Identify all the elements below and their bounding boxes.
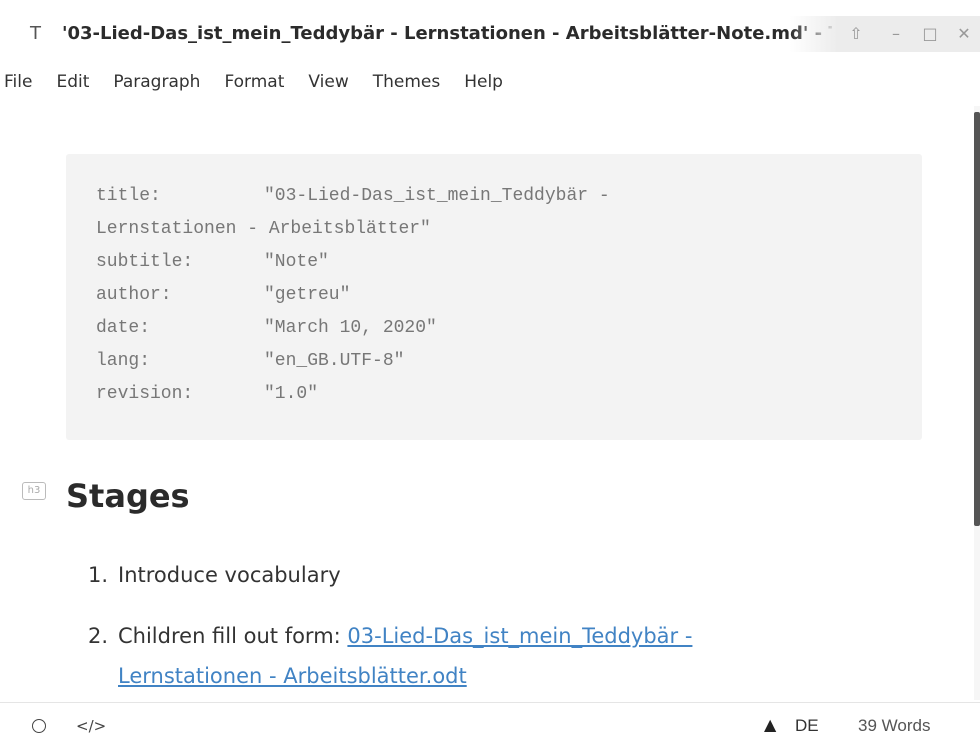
list-item-continuation[interactable]: Lernstationen - Arbeitsblätter.odt xyxy=(118,658,467,694)
menu-edit[interactable]: Edit xyxy=(46,64,101,100)
list-number: 2. xyxy=(88,624,109,648)
heading-level-marker[interactable]: h3 xyxy=(22,482,46,500)
yaml-front-matter[interactable]: title: "03-Lied-Das_ist_mein_Teddybär - L… xyxy=(66,154,922,440)
front-matter-line: revision: "1.0" xyxy=(96,378,318,410)
front-matter-line: subtitle: "Note" xyxy=(96,246,329,278)
minimize-icon[interactable]: – xyxy=(884,22,908,46)
menu-bar: File Edit Paragraph Format View Themes H… xyxy=(0,64,980,100)
fm-key: revision: xyxy=(96,384,194,404)
word-count[interactable]: 39 Words xyxy=(858,715,930,737)
front-matter-line: author: "getreu" xyxy=(96,279,350,311)
fm-key: lang: xyxy=(96,351,151,371)
maximize-icon[interactable]: □ xyxy=(918,22,942,46)
scrollbar-thumb[interactable] xyxy=(974,112,980,526)
outline-toggle-icon[interactable] xyxy=(32,719,46,733)
list-text: Children fill out form: xyxy=(118,624,348,648)
front-matter-line: date: "March 10, 2020" xyxy=(96,312,437,344)
menu-themes[interactable]: Themes xyxy=(363,64,453,100)
menu-paragraph[interactable]: Paragraph xyxy=(103,64,212,100)
menu-help[interactable]: Help xyxy=(454,64,515,100)
app-icon: T xyxy=(30,23,41,44)
front-matter-line: lang: "en_GB.UTF-8" xyxy=(96,345,404,377)
list-item[interactable]: 1. Introduce vocabulary xyxy=(88,557,341,593)
window-title: '03-Lied-Das_ist_mein_Teddybär - Lernsta… xyxy=(62,23,832,44)
menu-file[interactable]: File xyxy=(2,64,44,100)
fm-key: subtitle: xyxy=(96,252,194,272)
document-link[interactable]: 03-Lied-Das_ist_mein_Teddybär - xyxy=(347,624,692,648)
fm-value: "Note" xyxy=(264,252,329,272)
title-bar: T '03-Lied-Das_ist_mein_Teddybär - Lerns… xyxy=(0,0,980,60)
spellcheck-language[interactable]: DE xyxy=(795,715,819,737)
list-text: Introduce vocabulary xyxy=(118,563,341,587)
fm-value: Lernstationen - Arbeitsblätter" xyxy=(96,219,431,239)
editor-area[interactable]: title: "03-Lied-Das_ist_mein_Teddybär - L… xyxy=(0,106,972,700)
list-item[interactable]: 2. Children fill out form: 03-Lied-Das_is… xyxy=(88,618,692,654)
fm-key: author: xyxy=(96,285,172,305)
warning-icon[interactable]: ▲ xyxy=(764,714,776,736)
fm-value: "1.0" xyxy=(264,384,319,404)
status-bar: </> ▲ DE 39 Words xyxy=(0,702,980,749)
menu-view[interactable]: View xyxy=(298,64,360,100)
fm-key: date: xyxy=(96,318,151,338)
menu-format[interactable]: Format xyxy=(214,64,296,100)
window-controls: ⇧ – □ ✕ xyxy=(838,16,980,52)
keep-above-icon[interactable]: ⇧ xyxy=(844,22,868,46)
title-fade xyxy=(790,16,838,52)
list-number: 1. xyxy=(88,563,109,587)
close-icon[interactable]: ✕ xyxy=(952,22,976,46)
fm-value: "getreu" xyxy=(264,285,351,305)
fm-key: title: xyxy=(96,186,161,206)
fm-value: "03-Lied-Das_ist_mein_Teddybär - xyxy=(264,186,610,206)
front-matter-line: Lernstationen - Arbeitsblätter" xyxy=(96,213,431,245)
document-link[interactable]: Lernstationen - Arbeitsblätter.odt xyxy=(118,664,467,688)
fm-value: "March 10, 2020" xyxy=(264,318,437,338)
fm-value: "en_GB.UTF-8" xyxy=(264,351,405,371)
source-code-toggle-icon[interactable]: </> xyxy=(76,715,106,737)
front-matter-line: title: "03-Lied-Das_ist_mein_Teddybär - xyxy=(96,180,610,212)
section-heading[interactable]: Stages xyxy=(66,474,190,518)
